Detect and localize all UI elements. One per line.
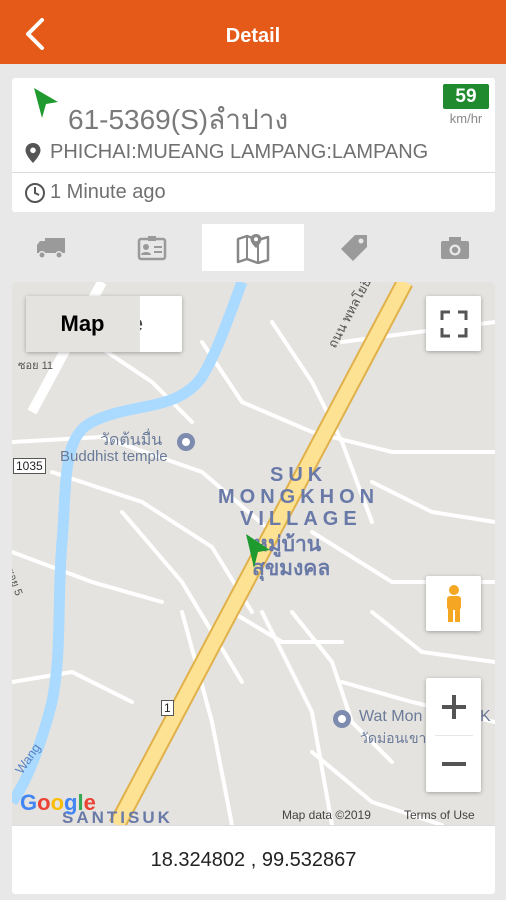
- vehicle-plate: 61-5369(S)ลำปาง: [68, 104, 289, 135]
- zoom-in-button[interactable]: [426, 679, 481, 735]
- speed-value: 59: [443, 84, 489, 109]
- vehicle-marker-icon[interactable]: [242, 532, 272, 570]
- road-shield-1: 1: [161, 700, 174, 716]
- vehicle-location: PHICHAI:MUEANG LAMPANG:LAMPANG: [50, 141, 429, 163]
- truck-icon: [36, 237, 65, 259]
- area-label-line-1: SUK: [270, 464, 328, 486]
- page-title: Detail: [225, 25, 281, 47]
- road-label-top-left: ซอย 11: [18, 360, 53, 372]
- poi-wat-mon-suffix: K: [480, 708, 491, 725]
- tab-map[interactable]: [202, 224, 304, 271]
- camera-icon: [441, 236, 470, 259]
- tab-tag[interactable]: [304, 224, 405, 271]
- divider: [12, 172, 495, 173]
- tab-driver[interactable]: [101, 224, 202, 271]
- poi-temple-en: Buddhist temple: [60, 448, 168, 465]
- clock-icon: [25, 183, 45, 203]
- location-pin-icon: [25, 143, 41, 163]
- fullscreen-icon: [440, 310, 467, 337]
- fullscreen-button[interactable]: [426, 296, 481, 351]
- map-type-map-button[interactable]: Map: [26, 296, 140, 352]
- google-logo: Google: [20, 790, 96, 815]
- plus-icon: [441, 694, 466, 719]
- coordinates-readout: 18.324802 , 99.532867: [12, 825, 495, 894]
- map-data-attribution: Map data ©2019: [282, 808, 371, 822]
- street-view-button[interactable]: [426, 576, 481, 631]
- map-card: วัดต้นมื่น Buddhist temple SUK MONGKHON …: [12, 282, 495, 894]
- map-type-toggle: Map Satellite: [26, 296, 182, 352]
- area-label-line-2: MONGKHON: [218, 486, 380, 508]
- id-card-icon: [137, 235, 167, 260]
- minus-icon: [441, 761, 466, 766]
- tag-icon: [341, 234, 368, 261]
- tab-camera[interactable]: [405, 224, 506, 271]
- app-header: Detail: [0, 0, 506, 64]
- map-icon: [236, 233, 270, 264]
- zoom-out-button[interactable]: [426, 736, 481, 792]
- last-update-time: 1 Minute ago: [50, 181, 166, 203]
- direction-arrow-icon: [34, 88, 58, 118]
- vehicle-info-card: 61-5369(S)ลำปาง 59 km/hr PHICHAI:MUEANG …: [12, 78, 495, 212]
- speed-indicator: 59 km/hr: [443, 84, 489, 126]
- map-view[interactable]: วัดต้นมื่น Buddhist temple SUK MONGKHON …: [12, 282, 495, 825]
- terms-of-use-link[interactable]: Terms of Use: [404, 808, 475, 822]
- pegman-icon: [446, 584, 461, 622]
- road-shield-1035: 1035: [13, 458, 46, 474]
- speed-unit: km/hr: [449, 111, 483, 126]
- zoom-controls: [426, 678, 481, 792]
- poi-wat-mon-thai: วัดม่อนเขา: [360, 730, 427, 746]
- detail-tabs: [0, 224, 506, 271]
- tab-vehicle[interactable]: [0, 224, 101, 271]
- poi-wat-mon-en: Wat Mon: [359, 708, 423, 725]
